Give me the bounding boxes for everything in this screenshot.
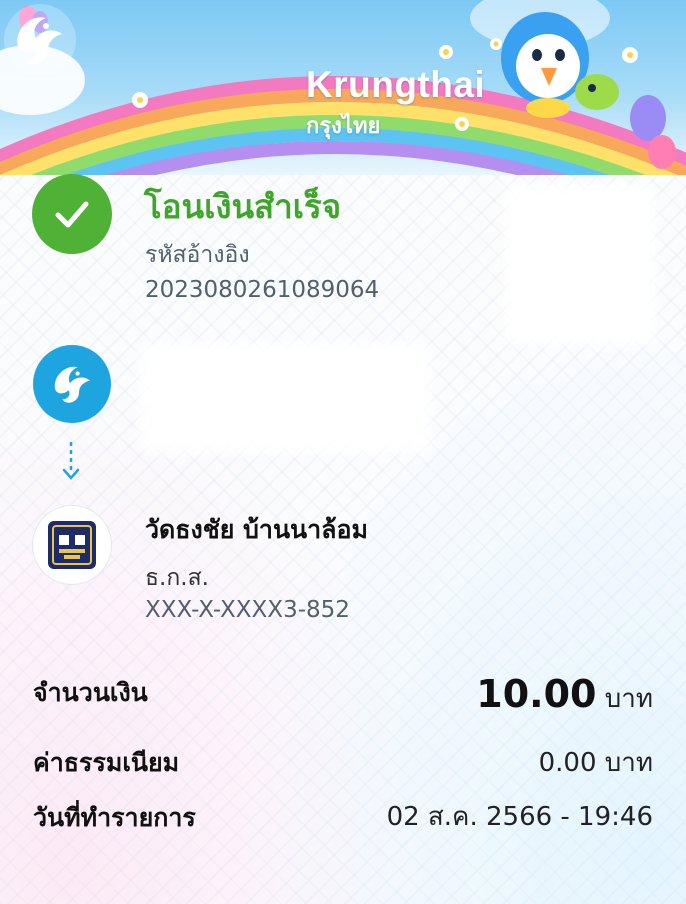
krungthai-bird-icon [54,366,91,403]
brand-name: Krungthai [306,64,486,105]
krungthai-bird-icon [4,4,76,76]
receiver-bank-avatar [33,506,111,584]
amount-value-row: 10.00 บาท [476,672,653,719]
header-banner: Krungthai กรุงไทย [0,0,686,175]
redacted-sender-info [140,343,430,453]
reference-label: รหัสอ้างอิง [145,242,250,268]
receiver-account: XXX-X-XXXX3-852 [145,597,350,623]
baac-logo-icon [48,521,96,569]
brand-name-thai: กรุงไทย [306,114,381,139]
status-title: โอนเงินสำเร็จ [144,187,342,226]
amount-value: 10.00 [476,672,597,716]
sender-bank-avatar [33,345,111,423]
redacted-qr [505,185,655,345]
transaction-date-label: วันที่ทำรายการ [33,803,196,832]
success-check-icon [32,174,112,254]
transaction-date-value: 02 ส.ค. 2566 - 19:46 [386,802,653,832]
reference-number: 2023080261089064 [145,277,380,303]
amount-label: จำนวนเงิน [33,678,148,707]
arrow-down-icon [62,442,80,480]
checkmark-icon [55,201,89,228]
fee-label: ค่าธรรมเนียม [33,748,180,777]
amount-unit: บาท [604,684,653,714]
receiver-bank: ธ.ก.ส. [145,565,209,591]
fee-value: 0.00 บาท [538,748,653,778]
receiver-name: วัดธงชัย บ้านนาล้อม [145,515,368,544]
